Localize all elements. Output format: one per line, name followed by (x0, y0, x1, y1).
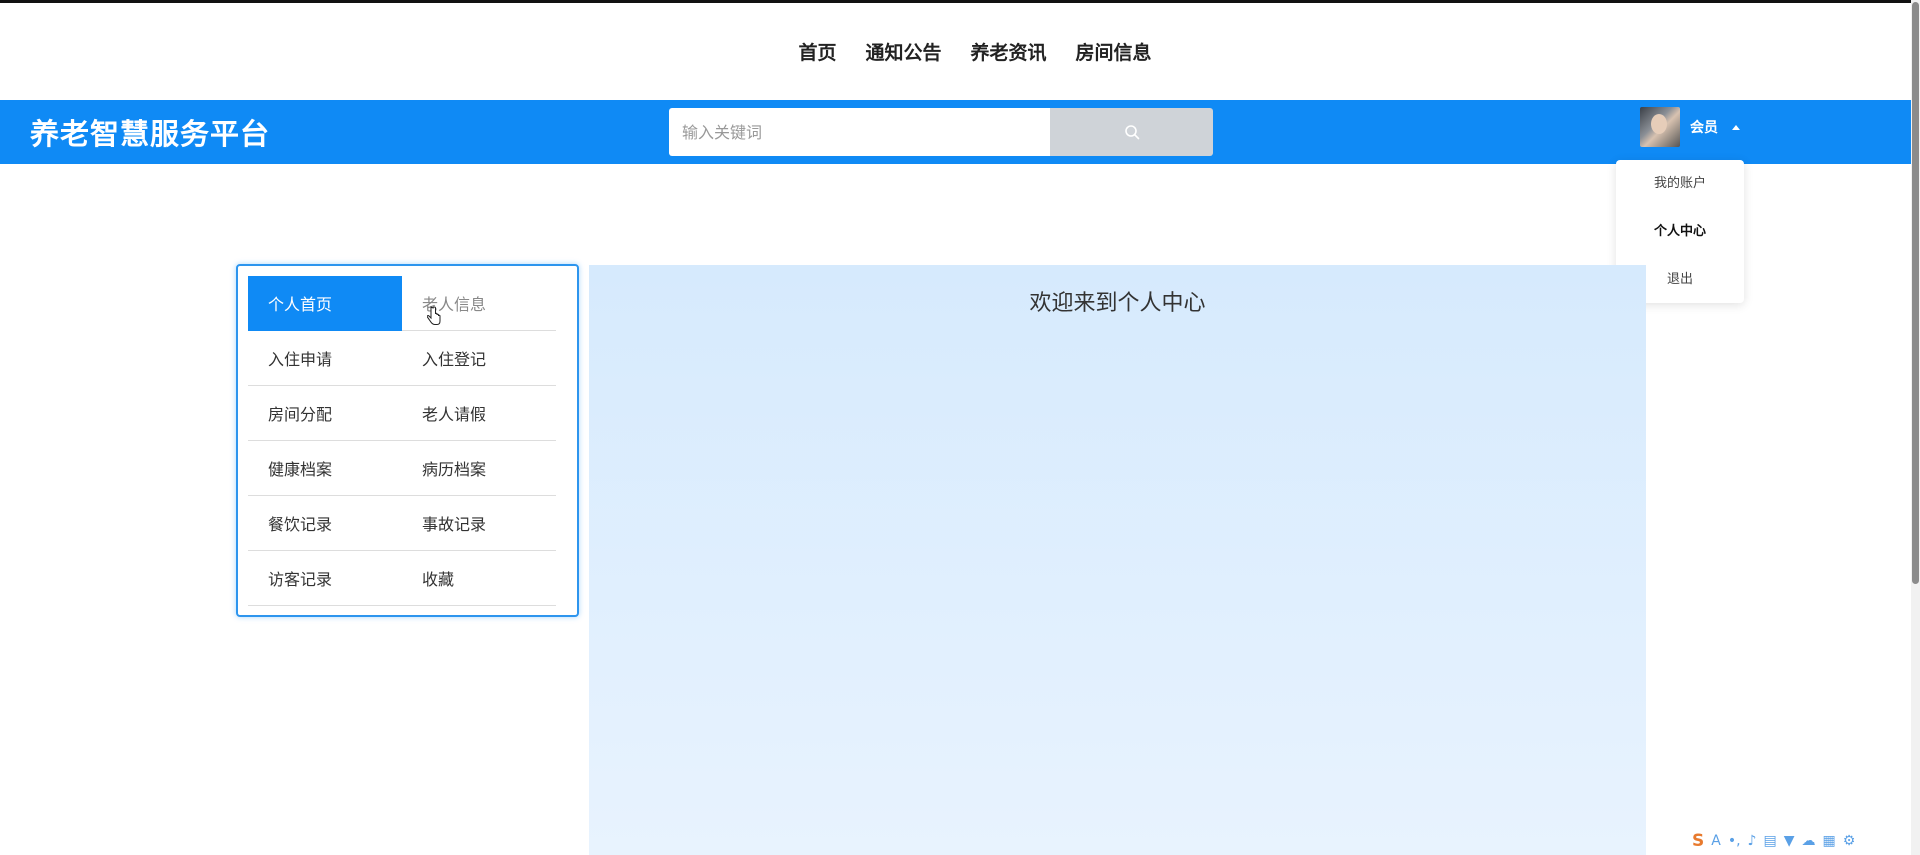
welcome-title: 欢迎来到个人中心 (1029, 291, 1206, 316)
settings-icon[interactable]: ⚙ (1843, 833, 1856, 849)
menu-item-personal-home[interactable]: 个人首页 (248, 276, 402, 331)
ime-logo-icon[interactable]: S (1692, 831, 1704, 851)
main-content: 欢迎来到个人中心 (589, 265, 1646, 855)
page-scrollbar[interactable] (1911, 0, 1920, 855)
menu-item-incident-records[interactable]: 事故记录 (402, 496, 556, 551)
user-menu-toggle[interactable]: 会员 (1640, 106, 1740, 148)
grid-icon[interactable]: ▦ (1823, 833, 1836, 849)
dropdown-personal-center[interactable]: 个人中心 (1616, 218, 1744, 266)
menu-item-elderly-info[interactable]: 老人信息 (402, 276, 556, 331)
header-bar: 养老智慧服务平台 会员 (0, 100, 1911, 164)
search-icon (1124, 125, 1139, 140)
search-box (669, 108, 1213, 156)
nav-elderly-news[interactable]: 养老资讯 (971, 38, 1047, 65)
keyboard-icon[interactable]: ▤ (1763, 833, 1776, 849)
mouse-cursor-icon (427, 306, 441, 325)
cloud-icon[interactable]: ☁ (1802, 833, 1816, 849)
scrollbar-thumb[interactable] (1912, 2, 1919, 584)
side-menu: 个人首页 老人信息 入住申请 入住登记 房间分配 老人请假 健康档案 病历档案 … (236, 264, 579, 617)
site-logo[interactable]: 养老智慧服务平台 (30, 111, 270, 153)
menu-item-checkin-registration[interactable]: 入住登记 (402, 331, 556, 386)
ime-toolbar: S A •, ♪ ▤ ▼ ☁ ▦ ⚙ (1692, 829, 1855, 853)
nav-room-info[interactable]: 房间信息 (1076, 38, 1152, 65)
dropdown-my-account[interactable]: 我的账户 (1616, 170, 1744, 218)
nav-home[interactable]: 首页 (798, 38, 836, 65)
user-name: 会员 (1690, 120, 1718, 136)
menu-item-visitor-records[interactable]: 访客记录 (248, 551, 402, 606)
menu-item-health-records[interactable]: 健康档案 (248, 441, 402, 496)
shirt-icon[interactable]: ▼ (1784, 833, 1795, 849)
search-input[interactable] (669, 108, 1050, 156)
caret-up-icon (1732, 124, 1740, 130)
menu-item-checkin-application[interactable]: 入住申请 (248, 331, 402, 386)
menu-item-meal-records[interactable]: 餐饮记录 (248, 496, 402, 551)
menu-item-medical-records[interactable]: 病历档案 (402, 441, 556, 496)
top-navigation: 首页 通知公告 养老资讯 房间信息 (0, 3, 1920, 100)
avatar (1640, 107, 1680, 147)
nav-notices[interactable]: 通知公告 (865, 38, 941, 65)
ime-lang-label[interactable]: A (1711, 833, 1721, 849)
menu-item-favorites[interactable]: 收藏 (402, 551, 556, 606)
menu-item-elderly-leave[interactable]: 老人请假 (402, 386, 556, 441)
search-button[interactable] (1050, 108, 1213, 156)
ime-punct-icon[interactable]: •, (1728, 833, 1741, 849)
menu-item-room-allocation[interactable]: 房间分配 (248, 386, 402, 441)
microphone-icon[interactable]: ♪ (1748, 833, 1757, 849)
